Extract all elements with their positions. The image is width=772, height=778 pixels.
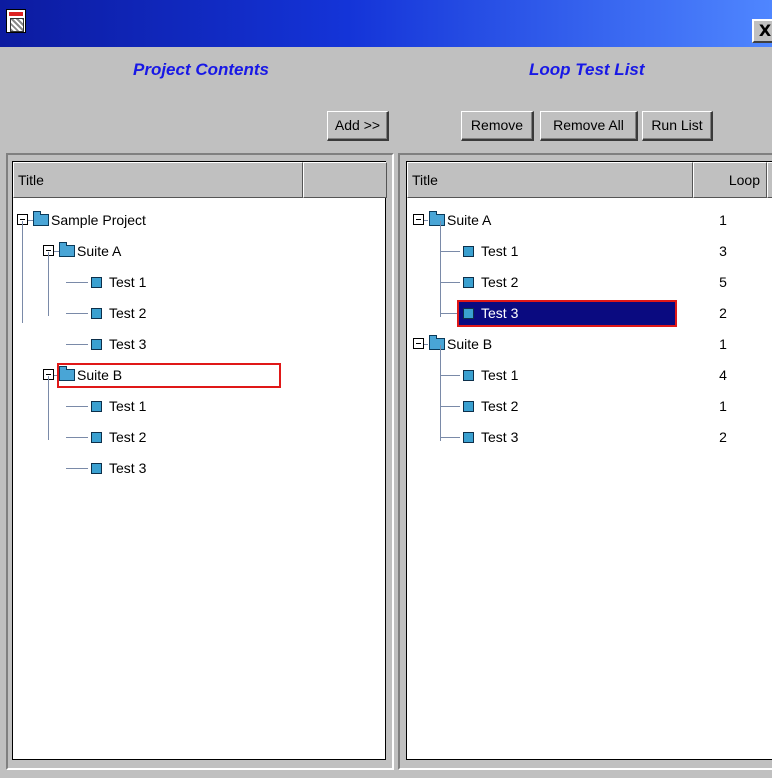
window-title-bar[interactable]	[0, 0, 772, 47]
test-icon	[91, 277, 102, 288]
tree-connector	[440, 251, 460, 252]
tree-connector	[66, 437, 88, 438]
tree-connector	[48, 376, 49, 440]
loop-count[interactable]: 5	[693, 272, 753, 292]
tree-node-label: Test 2	[109, 429, 147, 445]
tree-node-label: Suite A	[77, 243, 122, 259]
column-header-blank[interactable]	[303, 162, 387, 198]
tree-node-label: Sample Project	[51, 212, 146, 228]
loop-row-label: Test 1	[481, 367, 519, 383]
project-tree-view[interactable]: Title Sample Project Suite A Test 1 Test 2 T…	[12, 161, 387, 760]
collapse-toggle-icon[interactable]	[413, 338, 424, 349]
run-list-button[interactable]: Run List	[642, 111, 713, 141]
test-icon	[463, 308, 474, 319]
loop-test-list-heading: Loop Test List	[529, 60, 645, 79]
loop-count[interactable]: 1	[693, 210, 753, 230]
tree-node-label: Test 1	[109, 274, 147, 290]
loop-row-label: Suite B	[447, 336, 493, 352]
tree-connector	[440, 221, 441, 317]
app-icon[interactable]	[6, 9, 26, 33]
tree-test-node[interactable]: Test 2	[13, 303, 383, 323]
loop-test-row[interactable]: Test 3 2	[407, 427, 767, 447]
folder-icon	[59, 242, 75, 257]
loop-count[interactable]: 3	[693, 241, 753, 261]
tree-test-node[interactable]: Test 1	[13, 272, 383, 292]
test-icon	[91, 339, 102, 350]
collapse-toggle-icon[interactable]	[413, 214, 424, 225]
loop-list-header: Title Loop	[407, 162, 772, 198]
project-tree-header: Title	[13, 162, 387, 198]
tree-connector	[66, 313, 88, 314]
loop-count[interactable]: 4	[693, 365, 753, 385]
tree-connector	[424, 344, 428, 345]
project-contents-panel: Title Sample Project Suite A Test 1 Test 2 T…	[6, 153, 394, 770]
loop-test-list-panel: Title Loop Suite A 1 Test 1 3 Test 2 5 Test 3 2…	[398, 153, 772, 770]
tree-connector	[22, 221, 23, 323]
column-header-extra[interactable]	[767, 162, 772, 198]
tree-test-node[interactable]: Test 1	[13, 396, 383, 416]
folder-icon	[429, 211, 445, 226]
remove-button[interactable]: Remove	[461, 111, 534, 141]
loop-count[interactable]: 1	[693, 396, 753, 416]
test-icon	[463, 370, 474, 381]
test-icon	[463, 277, 474, 288]
test-icon	[91, 463, 102, 474]
tree-folder-node[interactable]: Suite A	[13, 241, 383, 261]
column-header-title[interactable]: Title	[407, 162, 693, 198]
tree-connector	[440, 345, 441, 441]
loop-test-row[interactable]: Test 2 1	[407, 396, 767, 416]
loop-folder-row[interactable]: Suite B 1	[407, 334, 767, 354]
loop-row-label: Test 3	[481, 305, 519, 321]
add-button[interactable]: Add >>	[327, 111, 389, 141]
tree-connector	[66, 344, 88, 345]
highlight-outline	[57, 363, 281, 388]
folder-icon	[429, 335, 445, 350]
tree-test-node[interactable]: Test 3	[13, 334, 383, 354]
project-contents-heading: Project Contents	[133, 60, 270, 79]
close-button[interactable]: X	[752, 19, 772, 43]
loop-list-view[interactable]: Title Loop Suite A 1 Test 1 3 Test 2 5 Test 3 2…	[406, 161, 772, 760]
tree-folder-node[interactable]: Suite B	[13, 363, 383, 388]
tree-connector	[66, 282, 88, 283]
test-icon	[463, 432, 474, 443]
tree-connector	[440, 282, 460, 283]
tree-connector	[424, 220, 428, 221]
folder-icon	[33, 211, 49, 226]
tree-node-label: Test 3	[109, 336, 147, 352]
column-header-loop[interactable]: Loop	[693, 162, 767, 198]
loop-test-row[interactable]: Test 3 2	[407, 300, 767, 327]
loop-count[interactable]: 2	[693, 303, 753, 323]
tree-node-label: Test 2	[109, 305, 147, 321]
tree-folder-node[interactable]: Sample Project	[13, 210, 383, 230]
test-icon	[91, 401, 102, 412]
tree-connector	[48, 252, 49, 316]
loop-folder-row[interactable]: Suite A 1	[407, 210, 767, 230]
loop-count[interactable]: 2	[693, 427, 753, 447]
loop-row-label: Test 1	[481, 243, 519, 259]
tree-test-node[interactable]: Test 3	[13, 458, 383, 478]
loop-row-label: Test 2	[481, 398, 519, 414]
loop-row-label: Suite A	[447, 212, 492, 228]
tree-connector	[440, 437, 460, 438]
loop-test-row[interactable]: Test 2 5	[407, 272, 767, 292]
tree-connector	[66, 468, 88, 469]
loop-count[interactable]: 1	[693, 334, 753, 354]
tree-connector	[440, 406, 460, 407]
test-icon	[463, 401, 474, 412]
loop-test-row[interactable]: Test 1 3	[407, 241, 767, 261]
loop-row-label: Test 3	[481, 429, 519, 445]
tree-node-label: Test 3	[109, 460, 147, 476]
test-icon	[91, 308, 102, 319]
tree-connector	[66, 406, 88, 407]
tree-test-node[interactable]: Test 2	[13, 427, 383, 447]
loop-test-row[interactable]: Test 1 4	[407, 365, 767, 385]
remove-all-button[interactable]: Remove All	[540, 111, 638, 141]
tree-node-label: Test 1	[109, 398, 147, 414]
test-icon	[91, 432, 102, 443]
column-header-title[interactable]: Title	[13, 162, 303, 198]
loop-row-label: Test 2	[481, 274, 519, 290]
test-icon	[463, 246, 474, 257]
tree-connector	[440, 375, 460, 376]
